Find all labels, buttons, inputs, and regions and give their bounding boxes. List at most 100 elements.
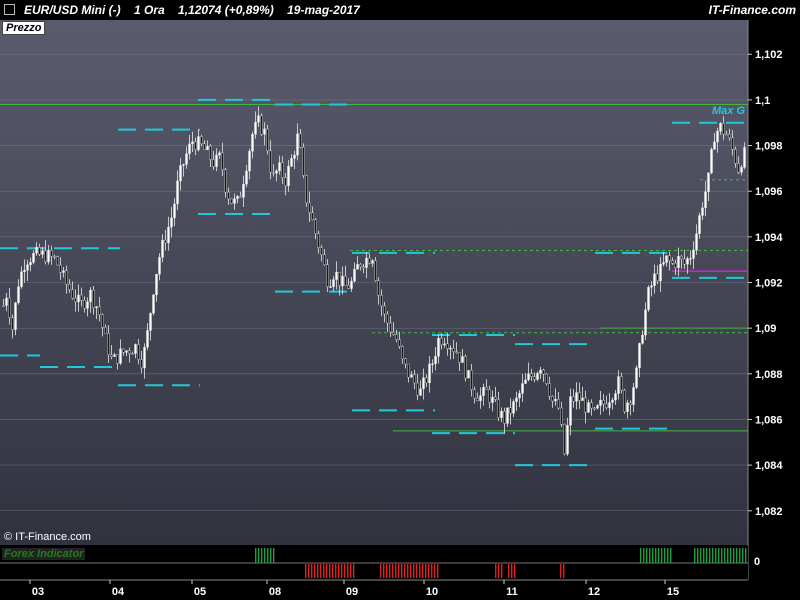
indicator-bar-red bbox=[329, 564, 331, 578]
candle-body bbox=[467, 370, 470, 379]
candle-body bbox=[584, 397, 587, 413]
candle-body bbox=[548, 383, 551, 397]
indicator-bar-green bbox=[715, 548, 717, 563]
candle-body bbox=[38, 247, 41, 255]
candle-body bbox=[131, 353, 134, 355]
candle-body bbox=[233, 198, 236, 204]
candle-body bbox=[656, 273, 659, 282]
candle-body bbox=[410, 374, 413, 378]
candle-body bbox=[203, 143, 206, 150]
candle-body bbox=[287, 165, 290, 186]
indicator-bar-green bbox=[727, 548, 729, 563]
candle-body bbox=[134, 344, 137, 354]
indicator-bar-red bbox=[395, 564, 397, 578]
price-chart[interactable]: 1,102 1,1 1,098 1,096 1,094 1,092 1,09 1,088 1,0… bbox=[0, 0, 800, 600]
indicator-label[interactable]: Forex Indicator bbox=[2, 548, 86, 560]
candle-body bbox=[359, 264, 362, 267]
x-tick-label: 08 bbox=[269, 586, 281, 598]
indicator-bar-red bbox=[341, 564, 343, 578]
candle-body bbox=[116, 354, 119, 364]
candle-body bbox=[149, 313, 152, 331]
candle-body bbox=[137, 344, 140, 360]
chart-title: EUR/USD Mini (-) 1 Ora 1,12074 (+0,89%) … bbox=[24, 3, 360, 17]
indicator-bar-green bbox=[745, 548, 747, 563]
candle-body bbox=[491, 396, 494, 403]
candle-body bbox=[275, 170, 278, 174]
candle-body bbox=[665, 255, 668, 263]
candle-body bbox=[398, 339, 401, 347]
y-tick-label: 1,082 bbox=[755, 506, 783, 518]
candle-body bbox=[728, 134, 731, 139]
indicator-bar-green bbox=[264, 548, 266, 563]
indicator-bar-green bbox=[694, 548, 696, 563]
candle-body bbox=[143, 346, 146, 369]
indicator-bar-green bbox=[643, 548, 645, 563]
candle-body bbox=[128, 350, 131, 354]
indicator-axis-value: 0 bbox=[754, 556, 761, 568]
candle-body bbox=[479, 395, 482, 402]
indicator-bar-green bbox=[649, 548, 651, 563]
candle-body bbox=[2, 305, 5, 307]
candle-body bbox=[503, 411, 506, 424]
candle-body bbox=[374, 260, 377, 281]
candle-body bbox=[413, 374, 416, 384]
candle-body bbox=[347, 284, 350, 289]
y-tick-label: 1,1 bbox=[755, 95, 770, 107]
candle-body bbox=[551, 396, 554, 402]
candle-body bbox=[89, 289, 92, 303]
indicator-bar-green bbox=[739, 548, 741, 563]
candle-body bbox=[248, 151, 251, 172]
candle-body bbox=[743, 147, 746, 168]
candle-body bbox=[5, 297, 8, 306]
indicator-bar-red bbox=[308, 564, 310, 578]
candle-body bbox=[524, 379, 527, 384]
candle-body bbox=[542, 369, 545, 375]
candle-body bbox=[302, 147, 305, 176]
price-pane-label[interactable]: Prezzo bbox=[2, 21, 46, 35]
candle-body bbox=[323, 254, 326, 265]
candle-body bbox=[422, 377, 425, 390]
candle-body bbox=[644, 309, 647, 336]
candle-body bbox=[653, 273, 656, 286]
candle-body bbox=[446, 343, 449, 349]
window-menu-icon[interactable] bbox=[4, 4, 15, 15]
candle-body bbox=[257, 115, 260, 123]
indicator-bar-red bbox=[332, 564, 334, 578]
candle-body bbox=[74, 297, 77, 303]
candle-body bbox=[293, 154, 296, 159]
candle-body bbox=[707, 172, 710, 192]
candle-body bbox=[725, 133, 728, 136]
indicator-bar-red bbox=[434, 564, 436, 578]
candle-body bbox=[392, 331, 395, 335]
candle-body bbox=[527, 373, 530, 381]
indicator-bar-green bbox=[742, 548, 744, 563]
indicator-bar-red bbox=[431, 564, 433, 578]
x-tick-label: 15 bbox=[667, 586, 679, 598]
indicator-bar-green bbox=[721, 548, 723, 563]
candle-body bbox=[341, 275, 344, 287]
candle-body bbox=[515, 397, 518, 402]
candle-body bbox=[737, 163, 740, 173]
candle-body bbox=[569, 396, 572, 426]
candle-body bbox=[686, 258, 689, 265]
candle-body bbox=[329, 286, 332, 288]
candle-body bbox=[629, 402, 632, 405]
indicator-bar-green bbox=[700, 548, 702, 563]
candle-body bbox=[506, 407, 509, 424]
candle-body bbox=[95, 306, 98, 309]
candle-body bbox=[119, 348, 122, 364]
indicator-bar-green bbox=[646, 548, 648, 563]
candle-body bbox=[572, 396, 575, 402]
candle-body bbox=[599, 400, 602, 406]
brand-label: IT-Finance.com bbox=[708, 3, 796, 17]
indicator-bar-green bbox=[640, 548, 642, 563]
candle-body bbox=[107, 333, 110, 356]
candle-body bbox=[437, 337, 440, 357]
candle-body bbox=[557, 398, 560, 409]
candle-body bbox=[56, 256, 59, 266]
candle-body bbox=[533, 376, 536, 380]
candle-body bbox=[122, 348, 125, 353]
candle-body bbox=[125, 350, 128, 353]
candle-body bbox=[383, 305, 386, 315]
candle-body bbox=[194, 141, 197, 151]
